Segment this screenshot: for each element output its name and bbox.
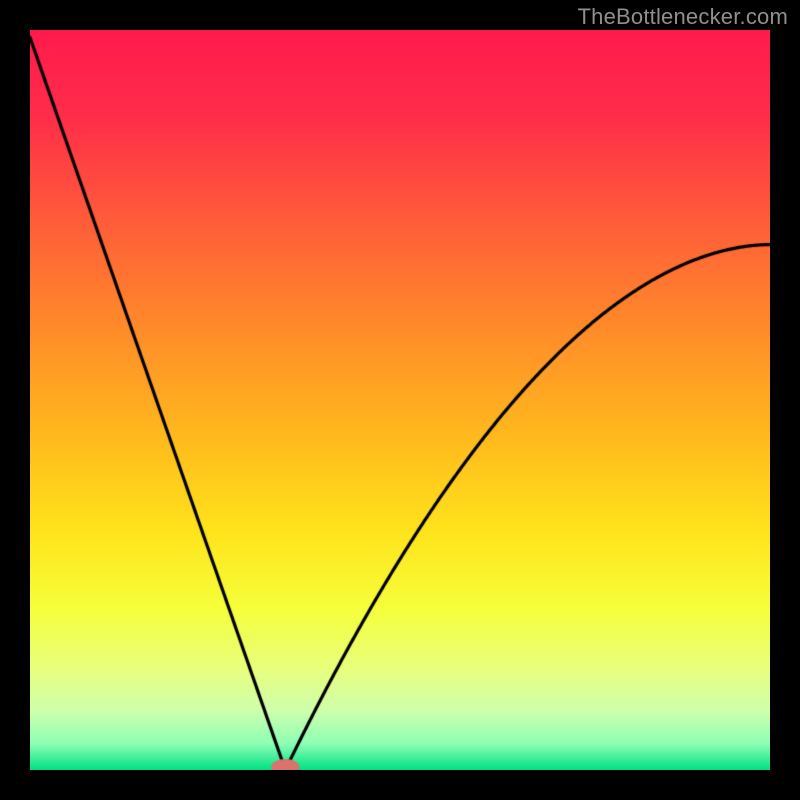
watermark-text: TheBottlenecker.com [578, 4, 788, 30]
chart-frame: TheBottlenecker.com [0, 0, 800, 800]
bottleneck-chart [30, 30, 770, 770]
